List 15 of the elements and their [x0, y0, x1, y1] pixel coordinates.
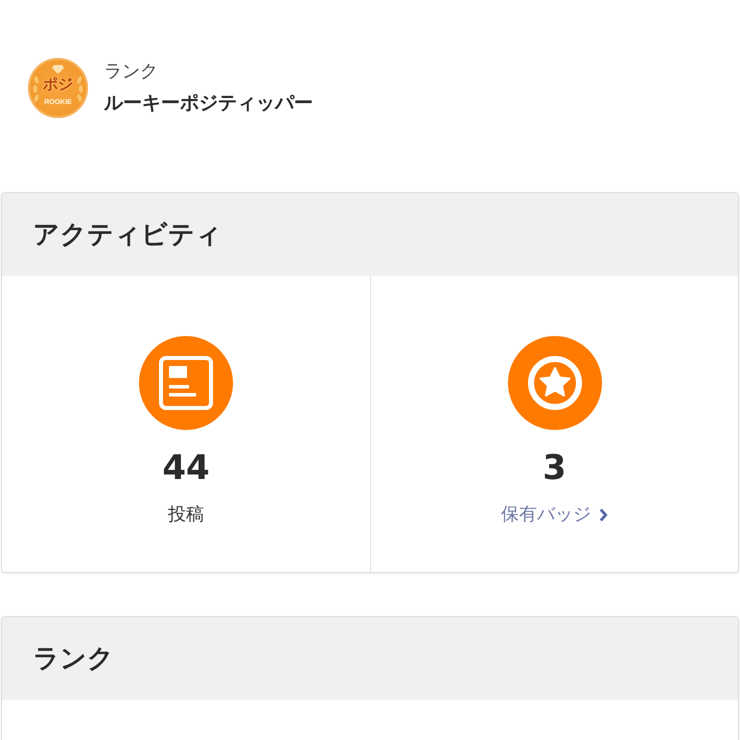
gem-icon	[52, 65, 64, 74]
section-title: アクティビティ	[33, 219, 222, 252]
star-badge-icon	[508, 336, 602, 430]
chevron-icon	[599, 508, 608, 522]
stat-label: 投稿	[168, 503, 204, 527]
rank-name: ルーキーポジティッパー	[104, 91, 313, 116]
badges-link[interactable]: 保有バッジ	[501, 502, 608, 528]
badge-title: ポジ	[43, 76, 73, 93]
section-title: ランク	[33, 643, 114, 676]
laurel-icon	[33, 75, 39, 103]
stat-value: 44	[162, 448, 210, 488]
document-icon	[139, 336, 233, 430]
laurel-icon	[77, 75, 83, 103]
stat-value: 3	[542, 448, 566, 488]
rank-label: ランク	[104, 60, 159, 84]
